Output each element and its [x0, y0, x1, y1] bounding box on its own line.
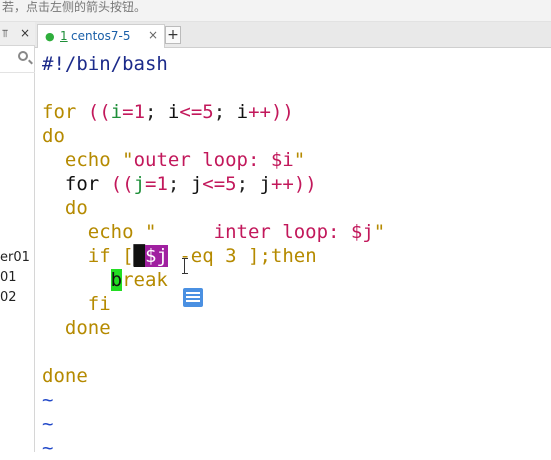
- terminal-editor[interactable]: #!/bin/bash for ((i=1; i<=5; i++)) do ec…: [35, 48, 551, 459]
- code-line: done: [64, 317, 111, 339]
- tab-title: centos7-5: [71, 29, 131, 43]
- tab-centos7-5[interactable]: ● 1 centos7-5 ×: [37, 24, 165, 48]
- tab-number: 1: [60, 29, 68, 43]
- code-line: for ((j=1; j<=5; j++)): [64, 173, 317, 195]
- code-line: done: [42, 365, 88, 387]
- session-item[interactable]: er01: [0, 250, 30, 265]
- note-icon[interactable]: [183, 288, 203, 307]
- session-panel-header: ⫪ ×: [0, 22, 35, 46]
- connected-status-icon: ●: [45, 30, 55, 43]
- close-icon[interactable]: ×: [20, 26, 30, 40]
- code-line: break: [110, 269, 168, 291]
- empty-line-marker: ~: [42, 437, 54, 459]
- session-item[interactable]: 02: [0, 290, 17, 305]
- code-line: fi: [87, 293, 111, 315]
- empty-line-marker: ~: [42, 389, 54, 411]
- code-line: echo "outer loop: $i": [64, 149, 306, 171]
- session-panel: ⫪ × er01 01 02: [0, 22, 35, 452]
- session-item[interactable]: 01: [0, 270, 17, 285]
- add-tab-button[interactable]: +: [165, 26, 181, 44]
- code-line: echo " inter loop: $j": [87, 221, 386, 243]
- code-line: if [█$j -eq 3 ];then: [87, 245, 317, 267]
- tab-strip: ● 1 centos7-5 × +: [35, 22, 551, 48]
- session-search[interactable]: [0, 46, 35, 73]
- hint-bar: 若，点击左侧的箭头按钮。: [0, 0, 551, 22]
- search-icon[interactable]: [18, 51, 28, 61]
- code-line: do: [42, 125, 65, 147]
- tab-close-icon[interactable]: ×: [148, 28, 158, 42]
- empty-line-marker: ~: [42, 413, 54, 435]
- text-cursor-icon: [182, 258, 188, 274]
- hint-text: 若，点击左侧的箭头按钮。: [2, 0, 147, 14]
- code-line: #!/bin/bash: [42, 53, 168, 75]
- code-line: do: [64, 197, 88, 219]
- pin-icon[interactable]: ⫪: [2, 27, 8, 41]
- code-line: for ((i=1; i<=5; i++)): [42, 101, 294, 123]
